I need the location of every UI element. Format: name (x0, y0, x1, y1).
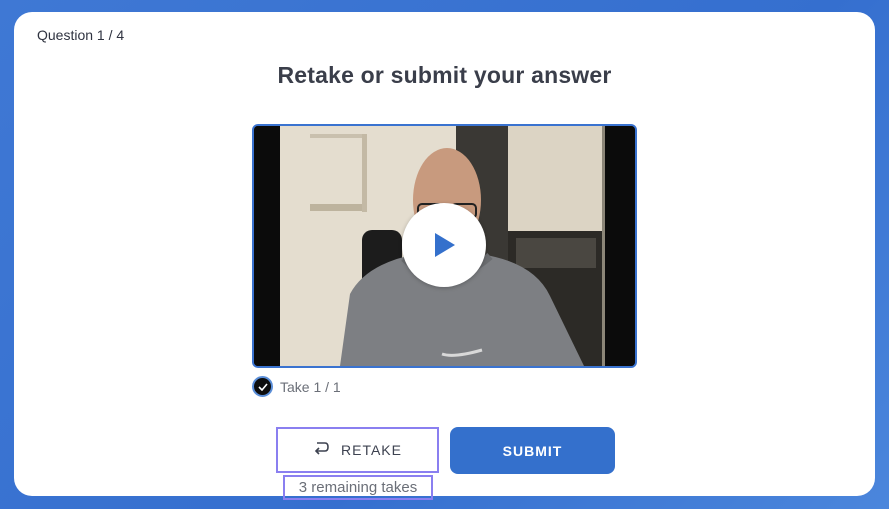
video-player[interactable] (252, 124, 637, 368)
check-icon (257, 382, 268, 391)
retake-label: RETAKE (341, 442, 402, 458)
retake-button[interactable]: RETAKE (276, 427, 439, 473)
remaining-takes: 3 remaining takes (283, 475, 433, 500)
take-label: Take 1 / 1 (280, 378, 341, 395)
retake-arrow-icon (314, 442, 329, 455)
play-button[interactable] (402, 203, 486, 287)
page-title: Retake or submit your answer (277, 62, 612, 88)
question-card: Question 1 / 4 Retake or submit your ans… (14, 12, 875, 500)
submit-button[interactable]: SUBMIT (450, 427, 615, 474)
take-selector[interactable]: Take 1 / 1 (252, 376, 341, 397)
question-counter: Question 1 / 4 (37, 27, 125, 43)
take-radio[interactable] (252, 376, 273, 397)
play-icon (435, 233, 455, 257)
